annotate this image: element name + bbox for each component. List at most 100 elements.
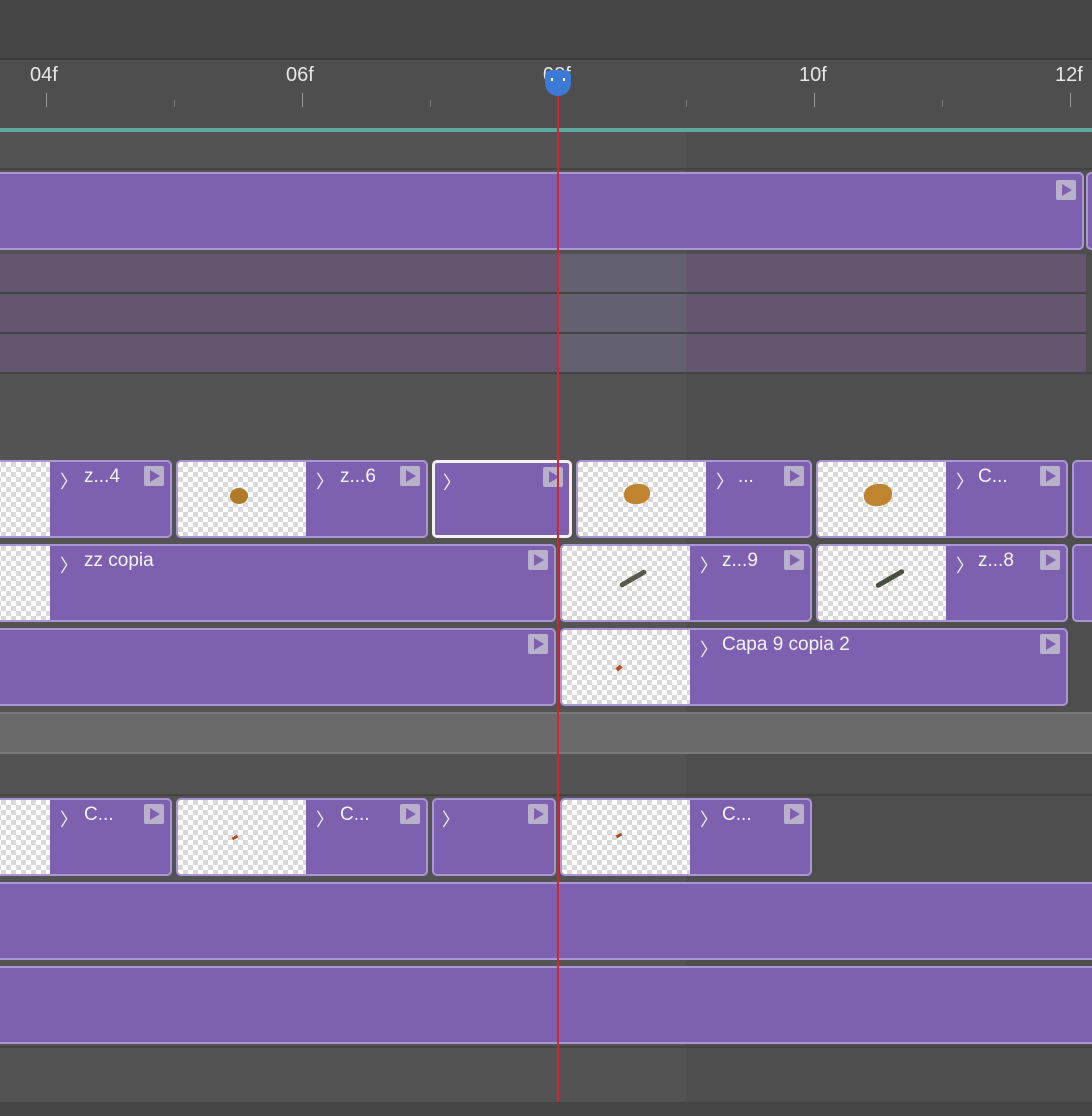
clip-thumbnail — [562, 546, 690, 620]
clip-thumbnail — [818, 462, 946, 536]
ruler-tick-label: 04f — [30, 64, 58, 86]
video-clip[interactable]: 〉 C... — [816, 460, 1068, 538]
clip-expand-icon[interactable] — [543, 467, 563, 487]
character-sprite — [624, 484, 650, 504]
group-clip[interactable] — [0, 172, 1084, 250]
chevron-right-icon: 〉 — [716, 472, 734, 492]
chevron-right-icon: 〉 — [60, 556, 78, 576]
ruler-minor-tick — [942, 100, 943, 107]
clip-label: z...4 — [84, 466, 120, 487]
track-divider — [0, 332, 1086, 334]
clip-thumbnail — [578, 462, 706, 536]
clip-thumbnail — [818, 546, 946, 620]
clip-label: ... — [738, 466, 754, 487]
ruler-minor-tick — [174, 100, 175, 107]
group-clip-next[interactable] — [1086, 172, 1092, 250]
video-clip[interactable]: 〉 z...4 — [0, 460, 172, 538]
clip-expand-icon[interactable] — [1040, 634, 1060, 654]
clip-label: zz copia — [84, 550, 154, 571]
chevron-right-icon: 〉 — [443, 473, 461, 493]
clip-expand-icon[interactable] — [528, 804, 548, 824]
clip-expand-icon[interactable] — [1040, 466, 1060, 486]
video-clip[interactable]: 〉 C... — [560, 798, 812, 876]
clip-label: C... — [84, 804, 114, 825]
clip-expand-icon[interactable] — [1056, 180, 1076, 200]
character-sprite — [230, 488, 248, 504]
video-clip[interactable]: 〉 C... — [0, 798, 172, 876]
stroke-sprite — [615, 832, 623, 839]
clip-label: C... — [340, 804, 370, 825]
clip-label: z...9 — [722, 550, 758, 571]
brush-stroke-sprite — [618, 568, 648, 589]
chevron-right-icon: 〉 — [60, 472, 78, 492]
video-clip[interactable]: 〉 zz copia — [0, 544, 556, 622]
clip-thumbnail — [562, 800, 690, 874]
playhead-line[interactable] — [557, 92, 559, 1102]
clip-thumbnail — [0, 462, 50, 536]
chevron-right-icon: 〉 — [700, 640, 718, 660]
clip-label: Capa 9 copia 2 — [722, 634, 850, 655]
chevron-right-icon: 〉 — [700, 556, 718, 576]
group-separator-track[interactable] — [0, 712, 1092, 754]
clip-expand-icon[interactable] — [784, 466, 804, 486]
stroke-sprite — [615, 664, 623, 672]
clip-expand-icon[interactable] — [400, 804, 420, 824]
chevron-right-icon: 〉 — [442, 810, 460, 830]
chevron-right-icon: 〉 — [60, 810, 78, 830]
chevron-right-icon: 〉 — [956, 472, 974, 492]
clip-label: C... — [722, 804, 752, 825]
video-clip[interactable] — [0, 628, 556, 706]
clip-label: C... — [978, 466, 1008, 487]
ruler-tick — [302, 93, 303, 107]
group-tracks-band — [0, 254, 1086, 372]
ruler-tick-label: 10f — [799, 64, 827, 86]
track-divider — [0, 372, 1092, 374]
ruler-minor-tick — [686, 100, 687, 107]
video-clip-next[interactable] — [1072, 544, 1092, 622]
clip-expand-icon[interactable] — [784, 804, 804, 824]
video-clip-selected[interactable]: 〉 — [432, 460, 572, 538]
chevron-right-icon: 〉 — [316, 810, 334, 830]
video-clip-long[interactable] — [0, 882, 1092, 960]
clip-thumbnail — [0, 546, 50, 620]
ruler-tick-label: 06f — [286, 64, 314, 86]
track-divider — [0, 794, 1092, 796]
stroke-sprite — [231, 834, 239, 841]
track-divider — [0, 1046, 1092, 1048]
video-clip[interactable]: 〉 ... — [576, 460, 812, 538]
character-sprite — [864, 484, 892, 506]
clip-thumbnail — [0, 800, 50, 874]
clip-expand-icon[interactable] — [400, 466, 420, 486]
clip-label: z...6 — [340, 466, 376, 487]
ruler-tick — [814, 93, 815, 107]
clip-expand-icon[interactable] — [144, 466, 164, 486]
ruler-tick — [46, 93, 47, 107]
ruler-tick-label: 12f — [1055, 64, 1083, 86]
video-clip[interactable]: 〉 z...8 — [816, 544, 1068, 622]
playhead-handle[interactable] — [545, 70, 571, 96]
video-clip[interactable]: 〉 C... — [176, 798, 428, 876]
video-clip-next[interactable] — [1072, 460, 1092, 538]
clip-expand-icon[interactable] — [528, 550, 548, 570]
timeline-bottom-bar — [0, 1102, 1092, 1116]
video-clip-long[interactable] — [0, 966, 1092, 1044]
clip-expand-icon[interactable] — [144, 804, 164, 824]
clip-expand-icon[interactable] — [528, 634, 548, 654]
ruler-minor-tick — [430, 100, 431, 107]
clip-label: z...8 — [978, 550, 1014, 571]
track-divider — [0, 292, 1086, 294]
clip-thumbnail — [178, 462, 306, 536]
brush-stroke-sprite — [874, 568, 906, 589]
chevron-right-icon: 〉 — [956, 556, 974, 576]
clip-thumbnail — [562, 630, 690, 704]
clip-expand-icon[interactable] — [784, 550, 804, 570]
clip-expand-icon[interactable] — [1040, 550, 1060, 570]
video-clip[interactable]: 〉 — [432, 798, 556, 876]
ruler-tick — [1070, 93, 1071, 107]
video-clip[interactable]: 〉 z...6 — [176, 460, 428, 538]
group-tracks-highlight — [558, 254, 686, 372]
timeline-top-bar — [0, 0, 1092, 60]
video-clip[interactable]: 〉 Capa 9 copia 2 — [560, 628, 1068, 706]
chevron-right-icon: 〉 — [700, 810, 718, 830]
video-clip[interactable]: 〉 z...9 — [560, 544, 812, 622]
